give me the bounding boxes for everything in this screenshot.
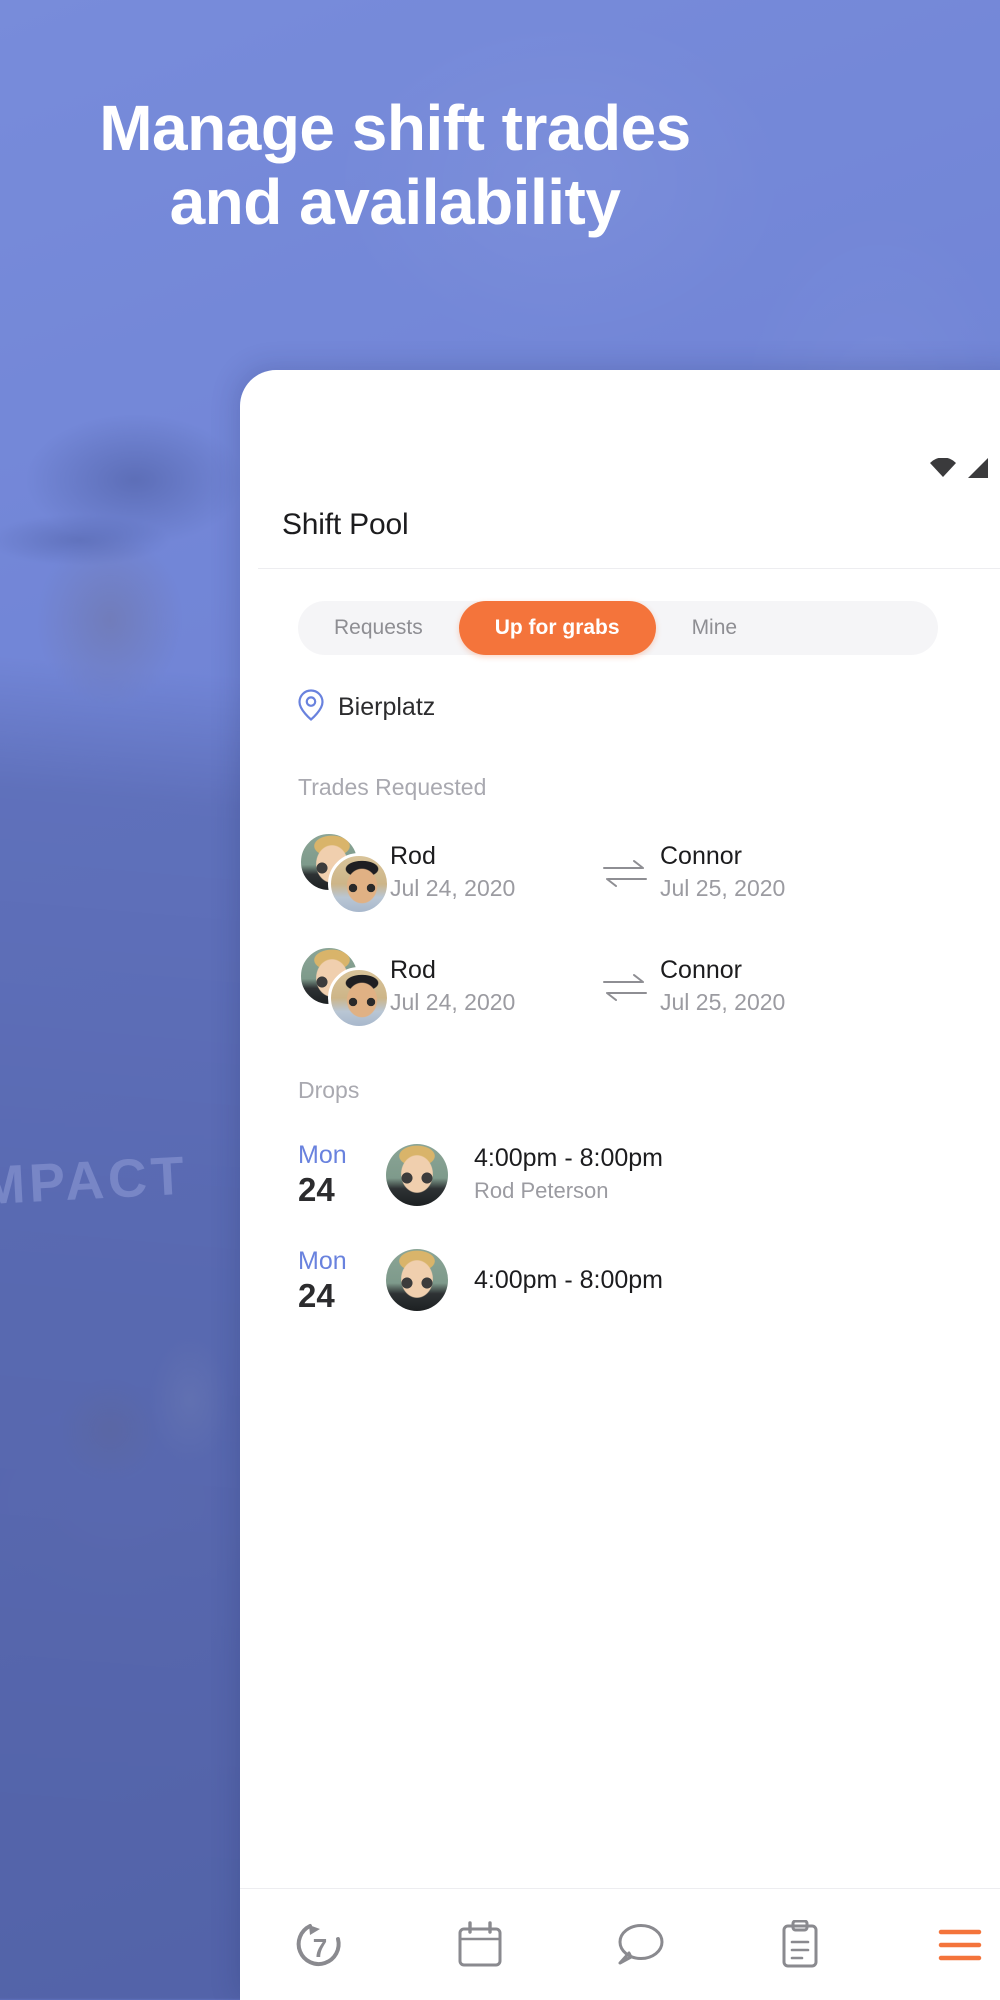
trade-to-name: Connor [660, 955, 742, 984]
nav-item-home[interactable]: 7 [240, 1889, 400, 2000]
trade-from-date: Jul 24, 2020 [390, 988, 516, 1015]
tab-requests[interactable]: Requests [298, 601, 459, 655]
swap-arrows-icon [590, 857, 660, 889]
drop-day-of-week: Mon [298, 1246, 347, 1275]
drop-day-number: 24 [298, 1276, 335, 1314]
trade-from-name: Rod [390, 955, 436, 984]
drop-details: 4:00pm - 8:00pm [474, 1265, 663, 1296]
trade-from: Rod Jul 24, 2020 [390, 841, 590, 906]
bottom-navigation-bar[interactable]: 7 [240, 1888, 1000, 2000]
menu-hamburger-icon [937, 1924, 983, 1966]
tab-mine[interactable]: Mine [656, 601, 774, 655]
trade-from: Rod Jul 24, 2020 [390, 955, 590, 1020]
avatar [386, 1143, 448, 1206]
phone-mockup: Shift Pool Requests Up for grabs Mine Bi… [240, 370, 1000, 2000]
nav-item-messages[interactable] [560, 1889, 720, 2000]
trade-row[interactable]: Rod Jul 24, 2020 Connor Jul 25, 2020 [240, 915, 1000, 1029]
trade-row[interactable]: Rod Jul 24, 2020 Connor Jul 25, 2020 [240, 801, 1000, 915]
location-pin-icon [298, 689, 324, 726]
page-headline: Manage shift trades and availability [0, 92, 790, 239]
avatar-pair [298, 945, 390, 1029]
location-row[interactable]: Bierplatz [240, 655, 1000, 726]
section-heading-trades: Trades Requested [298, 774, 487, 800]
trade-to-date: Jul 25, 2020 [660, 874, 786, 901]
drop-row[interactable]: Mon 24 4:00pm - 8:00pm [240, 1210, 1000, 1316]
svg-text:7: 7 [313, 1933, 327, 1963]
cellular-signal-icon [966, 458, 990, 478]
segmented-tab-bar[interactable]: Requests Up for grabs Mine [298, 601, 938, 655]
trade-from-name: Rod [390, 841, 436, 870]
avatar [386, 1249, 448, 1312]
clipboard-icon [780, 1919, 820, 1970]
trade-to-name: Connor [660, 841, 742, 870]
wifi-icon [930, 458, 956, 478]
drop-date: Mon 24 [298, 1246, 386, 1316]
drop-row[interactable]: Mon 24 4:00pm - 8:00pm Rod Peterson [240, 1104, 1000, 1210]
drop-time-range: 4:00pm - 8:00pm [474, 1143, 663, 1172]
calendar-icon [457, 1920, 503, 1969]
drop-details: 4:00pm - 8:00pm Rod Peterson [474, 1143, 663, 1207]
drop-day-number: 24 [298, 1171, 335, 1208]
drop-day-of-week: Mon [298, 1141, 347, 1169]
chat-bubble-icon [615, 1923, 665, 1967]
tab-up-for-grabs[interactable]: Up for grabs [458, 601, 656, 655]
trade-to-date: Jul 25, 2020 [660, 988, 786, 1015]
headline-line-2: and availability [169, 165, 621, 238]
drop-time-range: 4:00pm - 8:00pm [474, 1265, 663, 1294]
seven-shifts-logo-icon: 7 [294, 1919, 346, 1971]
nav-item-tasks[interactable] [720, 1889, 880, 2000]
title-divider [258, 568, 1000, 569]
swap-arrows-icon [590, 971, 660, 1003]
avatar [328, 967, 390, 1029]
trade-to: Connor Jul 25, 2020 [660, 955, 860, 1020]
avatar [328, 853, 390, 915]
status-bar [240, 370, 1000, 490]
page-title: Shift Pool [282, 508, 409, 541]
drop-date: Mon 24 [298, 1140, 386, 1210]
nav-item-schedule[interactable] [400, 1889, 560, 2000]
trade-from-date: Jul 24, 2020 [390, 874, 516, 901]
section-heading-drops: Drops [298, 1077, 360, 1103]
nav-item-more[interactable] [880, 1889, 1000, 2000]
headline-line-1: Manage shift trades [99, 92, 691, 164]
avatar-pair [298, 831, 390, 915]
trade-to: Connor Jul 25, 2020 [660, 841, 860, 906]
drop-person-name: Rod Peterson [474, 1177, 609, 1203]
location-name: Bierplatz [338, 693, 436, 721]
